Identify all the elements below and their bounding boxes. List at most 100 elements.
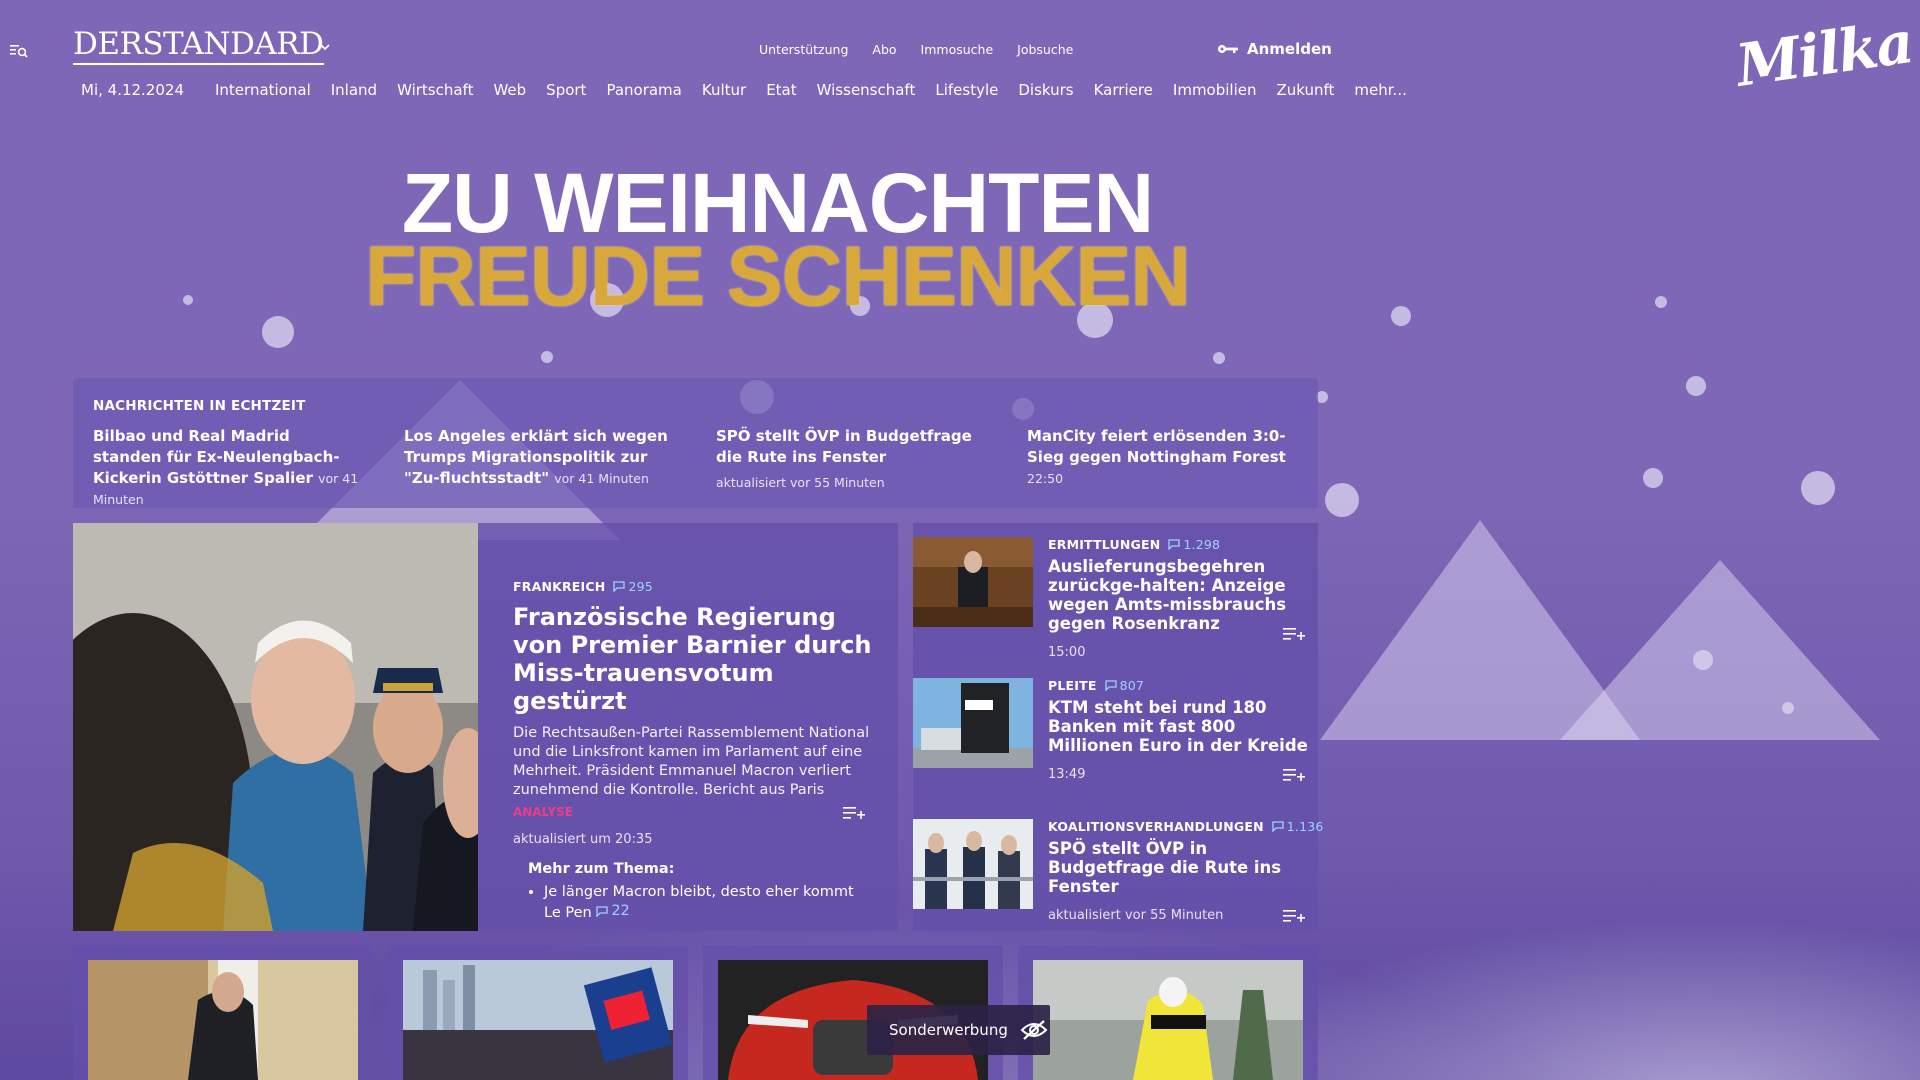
hide-ad-icon[interactable] <box>1020 1020 1048 1040</box>
side-story-thumbnail[interactable] <box>913 819 1033 909</box>
comment-count[interactable]: 295 <box>613 579 653 594</box>
more-topic-item[interactable]: Je länger Macron bleibt, desto eher komm… <box>544 883 873 923</box>
snow-dot <box>1782 702 1794 714</box>
nav-item-inland[interactable]: Inland <box>331 81 377 99</box>
side-story-body: ERMITTLUNGEN 1.298 Auslieferungsbegehren… <box>1048 537 1310 660</box>
side-story-thumbnail[interactable] <box>913 537 1033 627</box>
comment-count[interactable]: 1.298 <box>1168 537 1220 552</box>
lead-photo-illustration <box>73 523 478 931</box>
nav-item-panorama[interactable]: Panorama <box>606 81 681 99</box>
lead-kicker-label: FRANKREICH <box>513 579 606 594</box>
add-to-playlist-icon[interactable] <box>1283 767 1305 783</box>
nav-item-international[interactable]: International <box>215 81 311 99</box>
comment-count[interactable]: 807 <box>1104 678 1144 693</box>
side-story[interactable]: ERMITTLUNGEN 1.298 Auslieferungsbegehren… <box>913 523 1318 663</box>
snow-dot <box>1213 352 1225 364</box>
snow-dot <box>1325 483 1359 517</box>
more-topic-item-title: Je länger Macron bleibt, desto eher komm… <box>544 884 854 921</box>
side-story-body: KOALITIONSVERHANDLUNGEN 1.136 SPÖ stellt… <box>1048 819 1323 923</box>
nav-item-diskurs[interactable]: Diskurs <box>1018 81 1073 99</box>
nav-item-mehr[interactable]: mehr... <box>1354 81 1406 99</box>
add-to-playlist-icon[interactable] <box>1283 908 1305 924</box>
nav-item-sport[interactable]: Sport <box>546 81 586 99</box>
side-timestamp: 13:49 <box>1048 767 1086 782</box>
nav-item-karriere[interactable]: Karriere <box>1094 81 1153 99</box>
side-timestamp: aktualisiert vor 55 Minuten <box>1048 908 1224 923</box>
lead-timestamp: aktualisiert um 20:35 <box>513 832 653 847</box>
nav-item-etat[interactable]: Etat <box>766 81 796 99</box>
nav-item-kultur[interactable]: Kultur <box>702 81 746 99</box>
comment-count-value: 1.136 <box>1286 819 1324 834</box>
ticker-item[interactable]: ManCity feiert erlösenden 3:0-Sieg gegen… <box>1027 426 1292 489</box>
lead-story[interactable]: FRANKREICH 295 Französische Regierung vo… <box>73 523 898 931</box>
comment-count[interactable]: 1.136 <box>1272 819 1324 834</box>
lead-story-photo[interactable] <box>73 523 478 931</box>
util-link-abo[interactable]: Abo <box>872 42 896 57</box>
nav-item-zukunft[interactable]: Zukunft <box>1277 81 1335 99</box>
side-headline[interactable]: SPÖ stellt ÖVP in Budgetfrage die Rute i… <box>1048 839 1310 896</box>
ticker-item-title: Bilbao und Real Madrid standen für Ex-Ne… <box>93 427 340 487</box>
add-to-playlist-icon[interactable] <box>1283 626 1305 642</box>
nav-item-lifestyle[interactable]: Lifestyle <box>935 81 998 99</box>
ticker-item-time: 22:50 <box>1027 471 1064 486</box>
comment-count[interactable]: 22 <box>596 902 630 921</box>
add-to-playlist-icon[interactable] <box>843 805 865 821</box>
story-card[interactable] <box>1018 946 1318 1080</box>
story-card[interactable] <box>388 946 688 1080</box>
ticker-heading: NACHRICHTEN IN ECHTZEIT <box>93 398 306 414</box>
story-card[interactable] <box>73 946 373 1080</box>
chevron-down-icon[interactable] <box>318 40 332 54</box>
site-logo[interactable]: DERSTANDARD <box>73 26 324 65</box>
side-stories: ERMITTLUNGEN 1.298 Auslieferungsbegehren… <box>913 523 1323 931</box>
current-date: Mi, 4.12.2024 <box>81 81 184 99</box>
story-card-image[interactable] <box>88 960 358 1080</box>
story-card-image[interactable] <box>1033 960 1303 1080</box>
side-timestamp: 15:00 <box>1048 645 1086 660</box>
nav-item-immobilien[interactable]: Immobilien <box>1173 81 1257 99</box>
login-button[interactable]: Anmelden <box>1217 40 1332 58</box>
lead-story-body: FRANKREICH 295 Französische Regierung vo… <box>513 579 873 923</box>
more-topic-heading: Mehr zum Thema: <box>528 861 675 877</box>
ticker-item[interactable]: SPÖ stellt ÖVP in Budgetfrage die Rute i… <box>716 426 976 493</box>
comment-count-value: 1.298 <box>1183 537 1221 552</box>
mountain-peak <box>1560 560 1880 740</box>
lead-teaser: Die Rechtsaußen-Partei Rassemblement Nat… <box>513 725 870 798</box>
side-story[interactable]: PLEITE 807 KTM steht bei rund 180 Banken… <box>913 664 1318 804</box>
side-kicker-label: ERMITTLUNGEN <box>1048 537 1161 552</box>
story-card-image[interactable] <box>403 960 673 1080</box>
side-story-thumbnail[interactable] <box>913 678 1033 768</box>
live-ticker: NACHRICHTEN IN ECHTZEIT Bilbao und Real … <box>73 378 1318 508</box>
snow-dot <box>1655 296 1667 308</box>
comment-icon <box>1168 539 1181 550</box>
nav-item-wirtschaft[interactable]: Wirtschaft <box>397 81 473 99</box>
snow-dot <box>1643 468 1663 488</box>
side-kicker-label: KOALITIONSVERHANDLUNGEN <box>1048 819 1264 834</box>
menu-search-icon[interactable] <box>10 42 28 60</box>
snow-dot <box>541 351 553 363</box>
mountain-peak <box>1320 520 1640 740</box>
site-header: DERSTANDARD Unterstützung Abo Immosuche … <box>0 0 1920 120</box>
sponsored-ad-label[interactable]: Sonderwerbung <box>867 1005 1050 1055</box>
lead-headline[interactable]: Französische Regierung von Premier Barni… <box>513 603 873 715</box>
sponsored-ad-text: Sonderwerbung <box>889 1021 1008 1039</box>
side-story[interactable]: KOALITIONSVERHANDLUNGEN 1.136 SPÖ stellt… <box>913 805 1323 945</box>
lead-kicker: FRANKREICH 295 <box>513 579 873 594</box>
snow-dot <box>1801 471 1835 505</box>
snow-dot <box>1686 376 1706 396</box>
ticker-item[interactable]: Los Angeles erklärt sich wegen Trumps Mi… <box>404 426 674 489</box>
nav-item-wissenschaft[interactable]: Wissenschaft <box>817 81 916 99</box>
util-link-immosuche[interactable]: Immosuche <box>921 42 994 57</box>
util-link-jobsuche[interactable]: Jobsuche <box>1017 42 1073 57</box>
nav-item-web[interactable]: Web <box>493 81 526 99</box>
more-topic-list: Je länger Macron bleibt, desto eher komm… <box>513 883 873 923</box>
side-kicker-label: PLEITE <box>1048 678 1097 693</box>
side-headline[interactable]: Auslieferungsbegehren zurückge-halten: A… <box>1048 557 1310 633</box>
util-link-unterstuetzung[interactable]: Unterstützung <box>759 42 848 57</box>
ad-subheadline[interactable]: FREUDE SCHENKEN <box>0 228 1555 325</box>
ticker-item-time: aktualisiert vor 55 Minuten <box>716 475 885 490</box>
side-headline[interactable]: KTM steht bei rund 180 Banken mit fast 8… <box>1048 698 1310 755</box>
login-label: Anmelden <box>1247 40 1332 58</box>
sponsor-logo[interactable]: Milka <box>1732 8 1916 100</box>
key-icon <box>1218 45 1238 53</box>
ticker-item[interactable]: Bilbao und Real Madrid standen für Ex-Ne… <box>93 426 363 510</box>
